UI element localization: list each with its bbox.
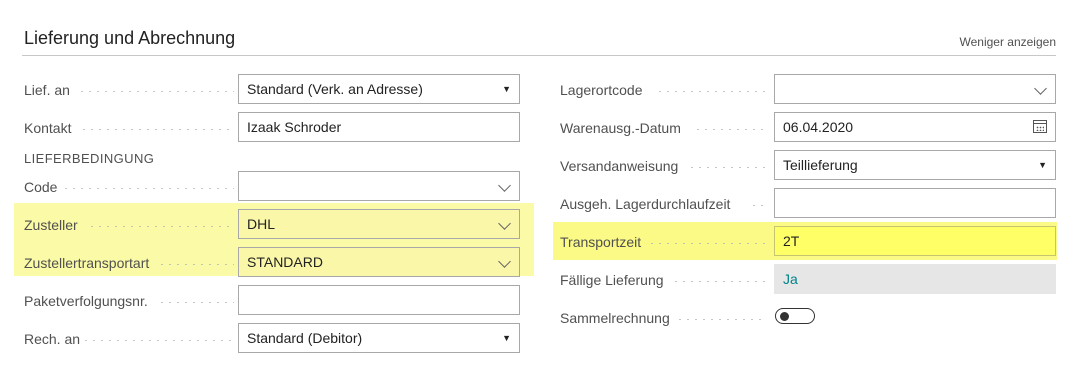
input-value: 06.04.2020 bbox=[783, 119, 854, 135]
dotted-leader bbox=[676, 319, 766, 320]
chevron-down-icon bbox=[498, 179, 511, 192]
dotted-leader bbox=[672, 281, 766, 282]
field-rech-an: Rech. an Standard (Debitor) ▼ bbox=[24, 323, 520, 353]
chevron-down-icon bbox=[498, 255, 511, 268]
field-warenausg-datum: Warenausg.-Datum 06.04.2020 bbox=[560, 112, 1056, 142]
dotted-leader bbox=[158, 264, 234, 265]
dotted-leader bbox=[158, 302, 234, 303]
field-versandanweisung: Versandanweisung Teillieferung ▼ bbox=[560, 150, 1056, 180]
section-title: Lieferung und Abrechnung bbox=[24, 28, 236, 48]
input-value: Izaak Schroder bbox=[247, 119, 342, 135]
ship-to-select[interactable]: Standard (Verk. an Adresse) ▼ bbox=[238, 74, 520, 104]
dotted-leader bbox=[694, 129, 766, 130]
field-label: Kontakt bbox=[24, 120, 72, 136]
field-label: Zustellertransportart bbox=[24, 255, 150, 271]
subheading-delivery-terms: LIEFERBEDINGUNG bbox=[24, 151, 155, 166]
field-label: Ausgeh. Lagerdurchlaufzeit bbox=[560, 196, 731, 212]
shipping-time-input[interactable]: 2T bbox=[774, 226, 1056, 256]
field-label: Fällige Lieferung bbox=[560, 272, 664, 288]
carrier-service-combobox[interactable]: STANDARD bbox=[238, 247, 520, 277]
toggle-knob bbox=[780, 311, 789, 321]
bill-to-select[interactable]: Standard (Debitor) ▼ bbox=[238, 323, 520, 353]
show-less-link[interactable]: Weniger anzeigen bbox=[959, 35, 1056, 49]
field-label: Code bbox=[24, 179, 58, 195]
field-label: Paketverfolgungsnr. bbox=[24, 293, 148, 309]
select-value: Standard (Verk. an Adresse) bbox=[247, 81, 423, 97]
dotted-leader bbox=[750, 205, 766, 206]
combobox-value: STANDARD bbox=[247, 254, 323, 270]
location-code-combobox[interactable] bbox=[774, 74, 1056, 104]
field-lief-an: Lief. an Standard (Verk. an Adresse) ▼ bbox=[24, 74, 520, 104]
carrier-combobox[interactable]: DHL bbox=[238, 209, 520, 239]
field-transportzeit: Transportzeit 2T bbox=[560, 226, 1056, 256]
chevron-down-icon bbox=[498, 217, 511, 230]
combobox-value: DHL bbox=[247, 216, 276, 232]
field-lagerdurchlaufzeit: Ausgeh. Lagerdurchlaufzeit bbox=[560, 188, 1056, 218]
code-combobox[interactable] bbox=[238, 171, 520, 201]
toggle-track bbox=[775, 308, 815, 324]
dotted-leader bbox=[656, 91, 766, 92]
field-label: Transportzeit bbox=[560, 234, 642, 250]
field-zustellertransportart: Zustellertransportart STANDARD bbox=[24, 247, 520, 277]
dotted-leader bbox=[648, 243, 766, 244]
chevron-down-icon bbox=[1034, 82, 1047, 95]
readonly-value: Ja bbox=[783, 271, 798, 287]
field-kontakt: Kontakt Izaak Schroder bbox=[24, 112, 520, 142]
select-value: Teillieferung bbox=[783, 157, 858, 173]
field-label: Sammelrechnung bbox=[560, 310, 670, 326]
field-label: Versandanweisung bbox=[560, 158, 679, 174]
field-lagerortcode: Lagerortcode bbox=[560, 74, 1056, 104]
field-label: Lagerortcode bbox=[560, 82, 643, 98]
dotted-leader bbox=[88, 226, 234, 227]
dotted-leader bbox=[80, 129, 234, 130]
dotted-leader bbox=[82, 340, 234, 341]
field-label: Warenausg.-Datum bbox=[560, 120, 681, 136]
contact-input[interactable]: Izaak Schroder bbox=[238, 112, 520, 142]
field-label: Rech. an bbox=[24, 331, 81, 347]
dotted-leader bbox=[62, 188, 234, 189]
tracking-number-input[interactable] bbox=[238, 285, 520, 315]
combine-shipments-toggle[interactable] bbox=[775, 308, 817, 326]
calendar-icon[interactable] bbox=[1033, 120, 1047, 133]
select-value: Standard (Debitor) bbox=[247, 330, 363, 346]
field-zusteller: Zusteller DHL bbox=[24, 209, 520, 239]
section-divider bbox=[22, 55, 1056, 56]
shipping-advice-select[interactable]: Teillieferung ▼ bbox=[774, 150, 1056, 180]
field-label: Zusteller bbox=[24, 217, 78, 233]
field-code: Code bbox=[24, 171, 520, 201]
caret-down-icon: ▼ bbox=[1038, 160, 1047, 170]
outbound-handling-time-input[interactable] bbox=[774, 188, 1056, 218]
late-delivery-readonly: Ja bbox=[774, 264, 1056, 294]
field-label: Lief. an bbox=[24, 82, 70, 98]
field-sammelrechnung: Sammelrechnung bbox=[560, 302, 1056, 332]
field-faellige-lieferung: Fällige Lieferung Ja bbox=[560, 264, 1056, 294]
caret-down-icon: ▼ bbox=[502, 84, 511, 94]
caret-down-icon: ▼ bbox=[502, 333, 511, 343]
input-value: 2T bbox=[783, 233, 800, 249]
field-paketverfolgung: Paketverfolgungsnr. bbox=[24, 285, 520, 315]
dotted-leader bbox=[78, 91, 234, 92]
dotted-leader bbox=[688, 167, 766, 168]
shipment-date-input[interactable]: 06.04.2020 bbox=[774, 112, 1056, 142]
